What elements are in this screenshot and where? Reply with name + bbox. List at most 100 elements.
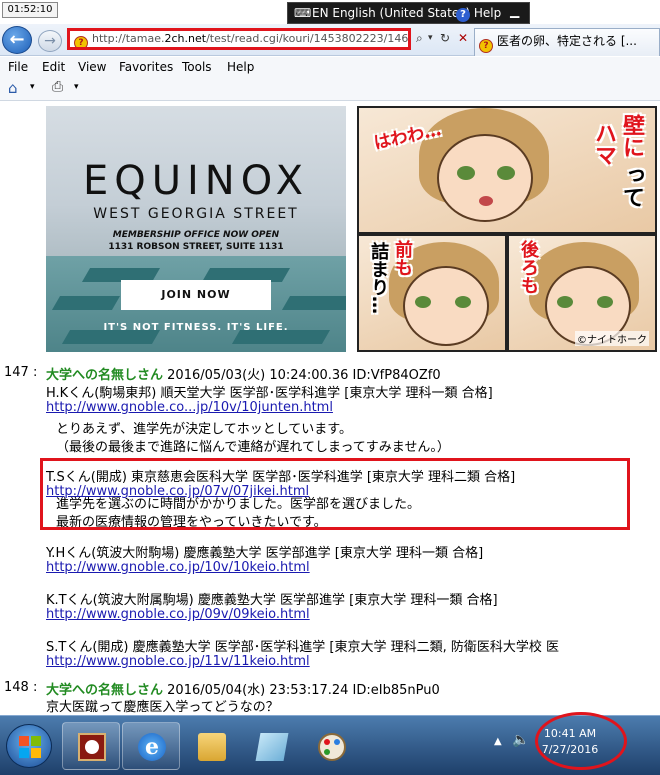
- manga-panel-top: はわわ… 壁に ハマ って: [357, 106, 657, 234]
- ad-mat: [281, 296, 346, 310]
- show-hidden-icons-icon[interactable]: ▲: [494, 736, 502, 747]
- dropdown-arrow-icon[interactable]: ▾: [428, 33, 433, 43]
- manga-text-tte: って: [619, 164, 644, 208]
- browser-tab[interactable]: ? 医者の卵、特定される [...: [474, 28, 660, 56]
- manga-eye: [455, 296, 471, 308]
- menu-file[interactable]: File: [8, 60, 28, 74]
- post-line: 京大医蹴って慶應医入学ってどうなの？: [46, 700, 279, 715]
- post-number: 147 :: [4, 365, 38, 380]
- search-icon[interactable]: ⌕: [416, 31, 423, 46]
- post-link[interactable]: http://www.gnoble.co...jp/10v/10junten.h…: [46, 400, 333, 415]
- manga-face: [403, 266, 489, 346]
- poster-name: 大学への名無しさん: [46, 368, 164, 383]
- taskbar-clock-app[interactable]: [62, 722, 120, 770]
- manga-eye: [597, 296, 613, 308]
- command-bar: ⌂ ▾ ⎙ ▾: [0, 77, 660, 101]
- help-button[interactable]: ? Help: [456, 6, 501, 22]
- menu-edit[interactable]: Edit: [42, 60, 65, 74]
- post-link[interactable]: http://www.gnoble.co.jp/11v/11keio.html: [46, 654, 310, 669]
- address-path: /test/read.cgi/kouri/1453802223/146-n: [206, 32, 411, 45]
- menu-bar: File Edit View Favorites Tools Help: [0, 57, 660, 77]
- internet-explorer-icon: e: [138, 733, 166, 761]
- manga-text-tsumari: 詰まり…: [368, 242, 389, 314]
- address-tools: ⌕ ▾ ↻ ✕: [414, 31, 474, 49]
- language-label[interactable]: EN English (United States): [312, 6, 470, 20]
- forward-button[interactable]: →: [38, 30, 62, 52]
- post-number: 148 :: [4, 680, 38, 695]
- menu-help[interactable]: Help: [227, 60, 254, 74]
- post-line: H.Kくん(駒場東邦) 順天堂大学 医学部･医学科進学 [東京大学 理科一類 合…: [46, 386, 493, 401]
- ad-logo: EQUINOX: [82, 158, 310, 204]
- tab-favicon-icon: ?: [479, 39, 493, 53]
- manga-text-ushiro: 後ろも: [518, 240, 539, 294]
- manga-ad[interactable]: はわわ… 壁に ハマ って 前も 詰まり… 後ろも ©ナイトホーク: [357, 106, 657, 352]
- post-line: とりあえず、進学先が決定してホッとしています。: [56, 422, 353, 437]
- home-dropdown-icon[interactable]: ▾: [30, 82, 35, 92]
- folder-icon: [198, 733, 226, 761]
- address-bar[interactable]: ? http://tamae.2ch.net/test/read.cgi/kour…: [67, 28, 411, 50]
- refresh-icon[interactable]: ↻: [440, 31, 450, 45]
- notepad-icon: [255, 733, 289, 761]
- post-line: K.Tくん(筑波大附属駒場) 慶應義塾大学 医学部進学 [東京大学 理科一類 合…: [46, 593, 498, 608]
- manga-eye: [415, 296, 431, 308]
- print-dropdown-icon[interactable]: ▾: [74, 82, 79, 92]
- clock-highlight-circle: [535, 712, 627, 770]
- paint-icon: [318, 733, 346, 761]
- tab-title: 医者の卵、特定される [...: [497, 34, 637, 48]
- top-strip: 01:52:10 ⌨ EN English (United States) ? …: [0, 0, 660, 24]
- help-label: Help: [473, 6, 502, 20]
- manga-panel-left: 前も 詰まり…: [357, 234, 507, 352]
- post-header: 大学への名無しさん 2016/05/03(火) 10:24:00.36 ID:V…: [46, 364, 441, 383]
- language-bar[interactable]: ⌨ EN English (United States) ? Help ▁: [287, 2, 530, 24]
- stop-icon[interactable]: ✕: [458, 31, 468, 45]
- back-button[interactable]: ←: [2, 26, 32, 54]
- volume-icon[interactable]: 🔈: [512, 732, 529, 748]
- highlight-box: [40, 458, 630, 530]
- address-domain: 2ch.net: [164, 32, 207, 45]
- ad-tagline: IT'S NOT FITNESS. IT'S LIFE.: [103, 322, 289, 333]
- menu-tools[interactable]: Tools: [182, 60, 212, 74]
- post-line: S.Tくん(開成) 慶應義塾大学 医学部･医学科進学 [東京大学 理科二類, 防…: [46, 640, 559, 655]
- equinox-ad[interactable]: EQUINOX WEST GEORGIA STREET MEMBERSHIP O…: [46, 106, 346, 352]
- manga-text-mae: 前も: [392, 240, 413, 276]
- manga-text-hama: ハマ: [591, 122, 616, 166]
- menu-view[interactable]: View: [78, 60, 106, 74]
- back-arrow-icon: ←: [9, 29, 25, 50]
- manga-eye: [557, 296, 573, 308]
- post-meta: 2016/05/03(火) 10:24:00.36 ID:VfP84OZf0: [167, 368, 441, 383]
- post-line: （最後の最後まで進路に悩んで連絡が遅れてしまってすみません。）: [56, 440, 450, 455]
- home-icon[interactable]: ⌂: [8, 79, 18, 97]
- site-favicon-icon: ?: [74, 36, 88, 47]
- manga-eye: [457, 166, 475, 180]
- ad-line1: MEMBERSHIP OFFICE NOW OPEN: [112, 230, 280, 240]
- top-clock: 01:52:10: [2, 2, 58, 18]
- screen: 01:52:10 ⌨ EN English (United States) ? …: [0, 0, 660, 775]
- start-button[interactable]: [6, 724, 52, 768]
- ad-street: WEST GEORGIA STREET: [93, 206, 299, 222]
- taskbar-paint[interactable]: [302, 722, 360, 770]
- help-icon: ?: [456, 8, 470, 22]
- minimize-icon[interactable]: ▁: [510, 4, 519, 18]
- forward-arrow-icon: →: [44, 33, 56, 49]
- manga-text-kabe: 壁に: [619, 114, 644, 158]
- manga-copyright: ©ナイトホーク: [575, 331, 649, 346]
- post-link[interactable]: http://www.gnoble.co.jp/09v/09keio.html: [46, 607, 310, 622]
- taskbar-internet-explorer[interactable]: e: [122, 722, 180, 770]
- manga-panel-right: 後ろも ©ナイトホーク: [507, 234, 657, 352]
- join-now-button[interactable]: JOIN NOW: [121, 280, 271, 310]
- clock-app-icon: [78, 733, 106, 761]
- address-prefix: http://tamae.: [92, 32, 165, 45]
- taskbar-notepad[interactable]: [242, 722, 300, 770]
- post-link[interactable]: http://www.gnoble.co.jp/10v/10keio.html: [46, 560, 310, 575]
- taskbar-explorer[interactable]: [182, 722, 240, 770]
- post-line: Y.Hくん(筑波大附駒場) 慶應義塾大学 医学部進学 [東京大学 理科一類 合格…: [46, 546, 484, 561]
- keyboard-icon: ⌨: [294, 6, 312, 20]
- navigation-bar: ← → ? http://tamae.2ch.net/test/read.cgi/…: [0, 24, 660, 56]
- ad-line2: 1131 ROBSON STREET, SUITE 1131: [108, 242, 284, 252]
- windows-logo-icon: [19, 736, 41, 758]
- menu-favorites[interactable]: Favorites: [119, 60, 173, 74]
- print-icon[interactable]: ⎙: [52, 79, 63, 95]
- manga-mouth: [479, 196, 493, 206]
- manga-face: [437, 134, 533, 222]
- page-content: EQUINOX WEST GEORGIA STREET MEMBERSHIP O…: [0, 102, 660, 715]
